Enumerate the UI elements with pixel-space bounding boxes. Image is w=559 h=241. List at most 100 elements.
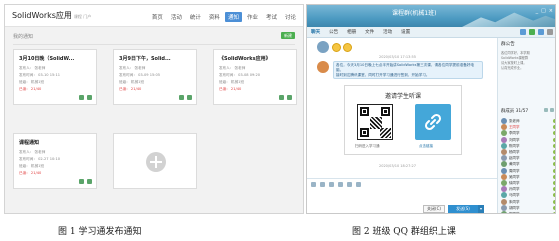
section-title: 我的通知 [13,34,34,40]
member-level-badge [553,156,555,161]
member-level-badge [553,168,555,173]
notice-card[interactable]: 3月10日晚（SolidW... 发布人： 张老师 发布时间： 03-10 15… [13,49,97,105]
figure-1-learning-platform: SolidWorks应用 课程 门户 首页 活动 统计 资料 通知 作业 考试 讨… [4,4,304,214]
minimize-icon[interactable]: _ [536,8,539,14]
timestamp: 2020/03/10 18:27:27 [379,164,417,168]
message-input-area[interactable]: 关闭(C) 发送(S) ▾ [307,178,497,213]
invite-card[interactable]: 邀请学生听课 扫码进入学习通 点击链接 [344,85,462,155]
member-level-badge [553,143,555,148]
search-icon[interactable] [544,108,548,112]
course-logo[interactable]: SolidWorks应用 课程 门户 [12,10,91,21]
plus-circle-icon [146,152,166,172]
nav-stats[interactable]: 统计 [187,12,204,22]
share-screen-icon[interactable] [538,29,544,35]
notice-read-count: 已读： 21/40 [19,171,42,175]
delete-icon[interactable] [187,95,192,100]
avatar [501,149,507,155]
member-level-badge [553,125,555,130]
notice-time: 发布时间： 03-09 15:05 [119,73,161,77]
link-icon[interactable] [415,104,451,140]
history-icon[interactable] [356,182,361,187]
avatar [501,204,507,211]
tab-settings[interactable]: 设置 [401,29,410,35]
new-notice-button[interactable]: 新建 [281,32,295,39]
tab-chat[interactable]: 聊天 [311,29,320,35]
avatar [501,180,507,186]
figure-2-caption: 图 2 班级 QQ 群组织上课 [352,227,456,237]
close-icon[interactable]: × [549,8,553,14]
tab-album[interactable]: 相册 [347,29,356,35]
notice-card[interactable]: 3月9日下午，Solid... 发布人： 张老师 发布时间： 03-09 15:… [113,49,197,105]
message-line-1: 各位，今天3月10日晚上七点半开始讲SolidWorks第三次课，请各位同学提前… [336,63,474,72]
notice-time: 发布时间： 03-10 15:11 [19,73,61,77]
nav-home[interactable]: 首页 [149,12,166,22]
notice-author: 发布人： 张老师 [219,66,246,70]
course-nav: 首页 活动 统计 资料 通知 作业 考试 讨论 [149,12,299,22]
tab-files[interactable]: 文件 [365,29,374,35]
member-level-badge [553,137,555,142]
screenshot-icon[interactable] [338,182,343,187]
chat-area: 2020/03/10 17:13:55 各位，今天3月10日晚上七点半开始讲So… [307,38,497,178]
member-level-badge [553,205,555,210]
more-icon[interactable] [547,29,553,35]
figure-2-qq-group: 课程群(机械1班) _ □ × 聊天 公告 相册 文件 活动 设置 2020/0… [306,4,556,214]
delete-icon[interactable] [87,95,92,100]
nav-discussion[interactable]: 讨论 [282,12,299,22]
member-row[interactable]: 郭同学 [501,211,555,214]
edit-icon[interactable] [79,95,84,100]
qq-window-header: 课程群(机械1班) _ □ × [307,5,555,27]
emoji-icon[interactable] [320,182,325,187]
notice-class: 班级： 机械1班 [119,80,144,84]
edit-icon[interactable] [179,95,184,100]
qr-code-icon[interactable] [357,104,393,140]
nav-materials[interactable]: 资料 [206,12,223,22]
link-caption[interactable]: 点击链接 [419,144,433,149]
announcement-line: 认真完成作业。 [501,66,524,70]
delete-icon[interactable] [87,179,92,184]
nav-homework[interactable]: 作业 [244,12,261,22]
maximize-icon[interactable]: □ [541,8,546,14]
notice-title: 3月10日晚（SolidW... [19,56,75,62]
delete-icon[interactable] [287,95,292,100]
member-name: 郭同学 [509,212,520,214]
file-icon[interactable] [347,182,352,187]
tab-announcement[interactable]: 公告 [329,29,338,35]
notice-card[interactable]: 《SolidWorks应用》 发布人： 张老师 发布时间： 03-08 09:2… [213,49,297,105]
add-member-icon[interactable] [550,108,554,112]
image-icon[interactable] [329,182,334,187]
avatar[interactable] [317,61,329,73]
avatar[interactable] [317,41,329,53]
edit-icon[interactable] [279,95,284,100]
nav-notices[interactable]: 通知 [224,12,242,22]
group-tabs: 聊天 公告 相册 文件 活动 设置 [307,27,555,38]
avatar [501,186,507,193]
message-bubble: 各位，今天3月10日晚上七点半开始讲SolidWorks第三次课，请各位同学提前… [333,61,483,79]
platform-header: SolidWorks应用 课程 门户 首页 活动 统计 资料 通知 作业 考试 讨… [5,5,303,27]
add-notice-card[interactable] [113,133,197,189]
avatar [501,161,507,168]
invite-title: 邀请学生听课 [384,93,421,100]
avatar [501,155,507,162]
avatar [501,198,507,205]
tab-activities[interactable]: 活动 [383,29,392,35]
member-level-badge [553,181,555,185]
notice-card[interactable]: 课程通知 发布人： 张老师 发布时间： 02-27 10:10 班级： 机械1班… [13,133,97,189]
close-button[interactable]: 关闭(C) [423,205,445,213]
video-icon[interactable] [529,29,535,35]
notice-title: 3月9日下午，Solid... [119,56,171,62]
member-level-badge [553,131,555,136]
notice-time: 发布时间： 02-27 10:10 [19,157,61,161]
nav-exam[interactable]: 考试 [263,12,280,22]
phone-icon[interactable] [520,29,526,35]
member-level-badge [553,193,555,198]
notice-class: 班级： 机械1班 [19,80,44,84]
notice-read-count: 已读： 21/40 [119,87,142,91]
member-level-badge [553,199,555,204]
group-title: 课程群(机械1班) [392,10,437,17]
send-button[interactable]: 发送(S) [448,205,478,213]
send-options-button[interactable]: ▾ [478,205,484,213]
font-icon[interactable] [311,182,316,187]
avatar [501,124,507,131]
edit-icon[interactable] [79,179,84,184]
nav-activity[interactable]: 活动 [168,12,185,22]
